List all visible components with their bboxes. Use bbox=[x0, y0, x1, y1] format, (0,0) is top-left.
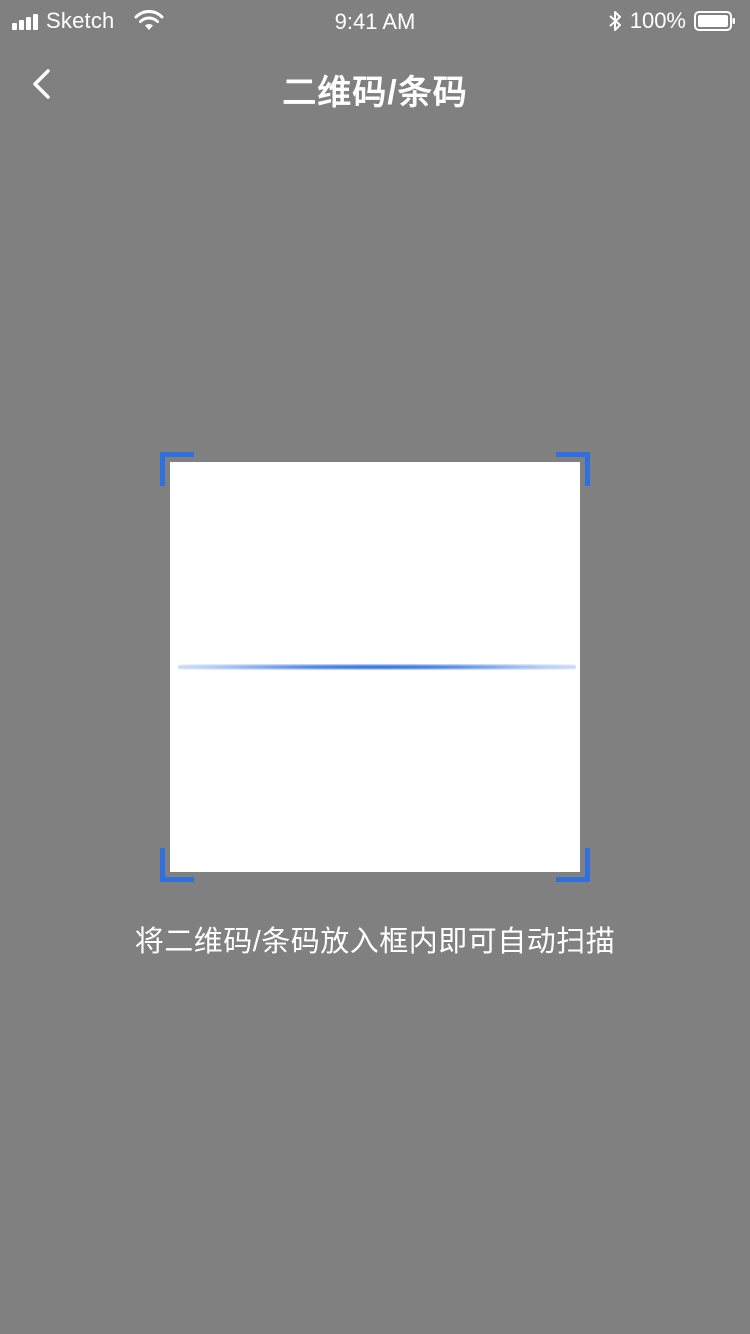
scanner-corner-top-right bbox=[556, 452, 590, 486]
battery-icon bbox=[694, 11, 735, 31]
nav-bar: 二维码/条码 bbox=[0, 44, 750, 132]
bluetooth-icon bbox=[609, 11, 621, 31]
scanner-corner-bottom-left bbox=[160, 848, 194, 882]
scanner-corner-top-left bbox=[160, 452, 194, 486]
scan-hint: 将二维码/条码放入框内即可自动扫描 bbox=[134, 926, 616, 958]
battery-percent: 100% bbox=[629, 8, 686, 33]
page-title: 二维码/条码 bbox=[282, 74, 468, 112]
scanner-corner-bottom-right bbox=[556, 848, 590, 882]
status-bar-right: 100% bbox=[608, 8, 736, 34]
scan-area bbox=[170, 462, 580, 872]
status-bar: Sketch 9:41 AM 100% bbox=[0, 0, 750, 40]
scanner-frame bbox=[160, 452, 590, 882]
scan-line bbox=[178, 664, 576, 670]
